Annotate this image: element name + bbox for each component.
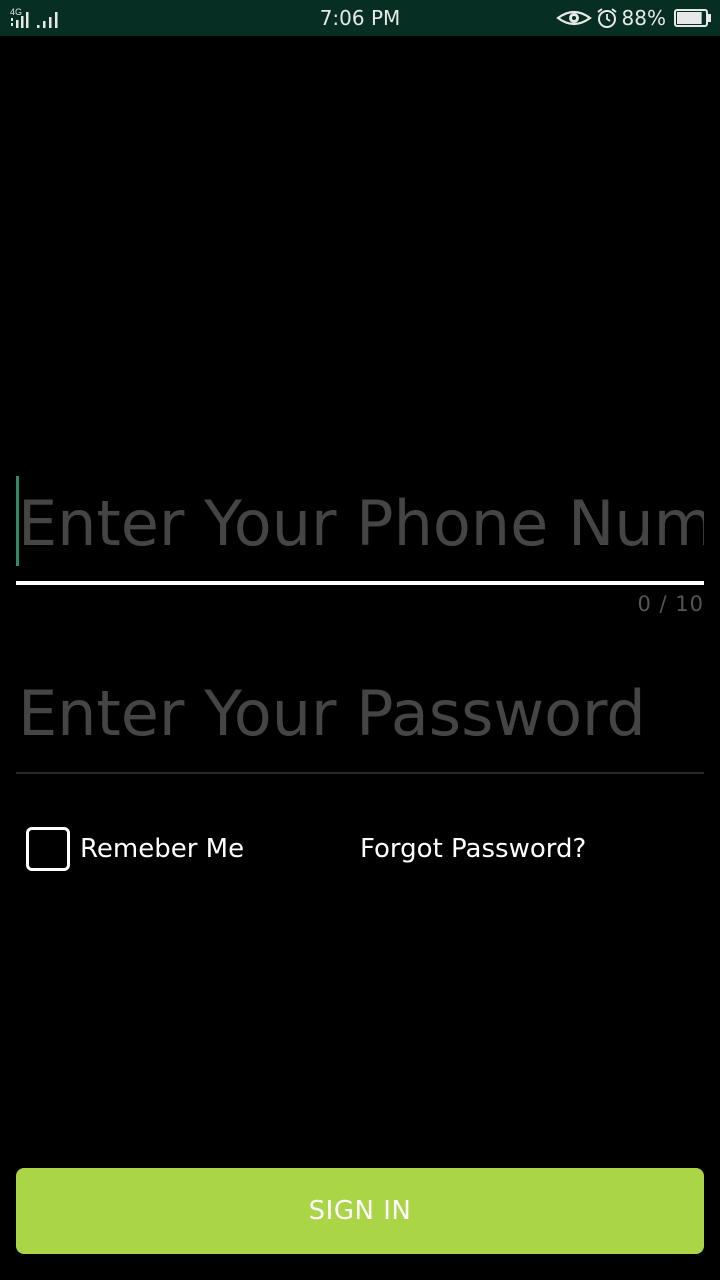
phone-character-counter: 0 / 10 bbox=[637, 592, 704, 616]
phone-field-underline bbox=[16, 581, 704, 585]
phone-number-placeholder: Enter Your Phone Numb bbox=[18, 488, 704, 560]
remember-me-label[interactable]: Remeber Me bbox=[80, 834, 244, 864]
alarm-icon bbox=[596, 8, 617, 28]
battery-icon bbox=[674, 9, 711, 27]
password-placeholder: Enter Your Password bbox=[18, 677, 646, 750]
remember-me-checkbox[interactable] bbox=[26, 827, 70, 871]
sign-in-button[interactable]: SIGN IN bbox=[16, 1168, 704, 1254]
eye-icon bbox=[555, 10, 592, 26]
phone-number-field[interactable]: Enter Your Phone Numb bbox=[16, 470, 704, 588]
password-field-underline bbox=[16, 772, 704, 774]
forgot-password-link[interactable]: Forgot Password? bbox=[360, 831, 586, 867]
status-right-group: 88% bbox=[555, 0, 712, 36]
status-bar: 4G 7:06 PM 88% bbox=[0, 0, 720, 36]
battery-percent: 88% bbox=[621, 6, 666, 30]
remember-me-row[interactable]: Remeber Me bbox=[26, 826, 244, 872]
password-field[interactable]: Enter Your Password bbox=[16, 662, 704, 776]
